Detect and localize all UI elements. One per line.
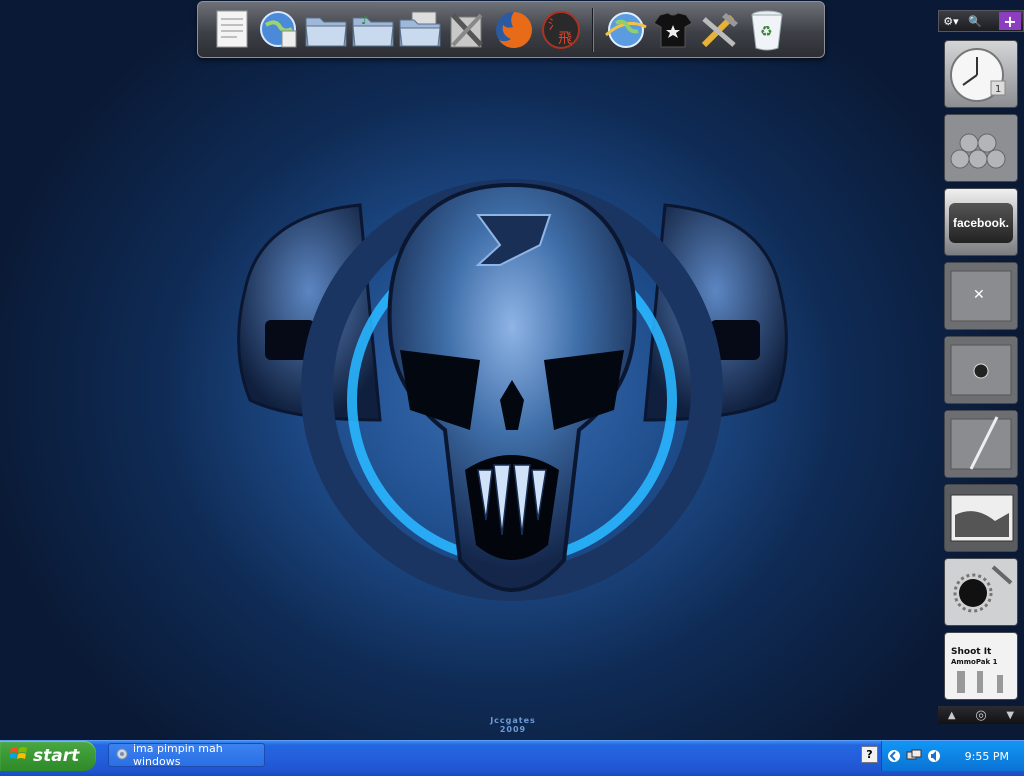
folder-icon[interactable]: [304, 6, 348, 54]
pool-balls-gadget[interactable]: [944, 114, 1018, 182]
sidebar-next-button[interactable]: ▼: [1006, 710, 1014, 721]
hidden-icons-chevron-icon[interactable]: [886, 748, 902, 764]
network-icon[interactable]: [906, 748, 922, 764]
music-folder-icon[interactable]: ♪: [351, 6, 395, 54]
tshirt-icon[interactable]: [651, 6, 695, 54]
wallpaper-signature: Jccgates 2009: [490, 716, 536, 734]
shoot-it-gadget[interactable]: Shoot It AmmoPak 1: [944, 632, 1018, 700]
svg-text:♪: ♪: [361, 13, 369, 27]
recycle-bin-icon[interactable]: ♻: [745, 6, 789, 54]
app-dock: ♪ 氵飛 ♻: [197, 1, 825, 58]
tools-icon[interactable]: [445, 6, 489, 54]
chinese-seal-icon[interactable]: 氵飛: [539, 6, 583, 54]
desktop-wallpaper: [237, 179, 788, 601]
butterfly-gadget[interactable]: ✕: [944, 262, 1018, 330]
svg-text:✕: ✕: [973, 287, 985, 303]
taskbar: start ima pimpin mah windows ? 9:55 PM: [0, 740, 1024, 776]
sidebar-prev-button[interactable]: ▲: [948, 710, 956, 721]
shoot-it-subtitle: AmmoPak 1: [951, 658, 998, 666]
system-tray: 9:55 PM: [881, 741, 1024, 771]
help-icon[interactable]: ?: [861, 746, 878, 763]
internet-explorer-icon[interactable]: [604, 6, 648, 54]
sidebar-search-button[interactable]: 🔍: [963, 15, 987, 28]
svg-text:♻: ♻: [760, 24, 773, 40]
window-title: ima pimpin mah windows: [133, 742, 223, 768]
text-document-icon[interactable]: [210, 6, 254, 54]
shoot-it-title: Shoot It: [951, 647, 992, 657]
taskbar-window-button[interactable]: ima pimpin mah windows: [108, 742, 265, 768]
bullet-hole-gadget[interactable]: [944, 558, 1018, 626]
firefox-icon[interactable]: [492, 6, 536, 54]
sidebar-toolbar: ⚙▾ 🔍 +: [938, 10, 1024, 32]
sidebar-nav: ▲ ◎ ▼: [938, 706, 1024, 724]
pictures-folder-icon[interactable]: [398, 6, 442, 54]
facebook-label: facebook.: [952, 216, 1009, 230]
windows-logo-icon: [9, 746, 28, 767]
gadget-sidebar: ⚙▾ 🔍 + 1 facebook. ✕ Shoot It AmmoPak 1 …: [938, 10, 1024, 725]
photo-gadget[interactable]: [944, 484, 1018, 552]
add-gadget-button[interactable]: +: [999, 12, 1021, 31]
webcam-gadget[interactable]: [944, 336, 1018, 404]
svg-text:飛: 飛: [558, 31, 572, 47]
clock-date-label: 1: [995, 84, 1001, 95]
start-button[interactable]: start: [0, 741, 96, 771]
hammer-wrench-icon[interactable]: [698, 6, 742, 54]
sidebar-settings-button[interactable]: ⚙▾: [939, 15, 963, 28]
sidebar-home-button[interactable]: ◎: [975, 708, 986, 723]
start-label: start: [33, 746, 80, 766]
facebook-gadget[interactable]: facebook.: [944, 188, 1018, 256]
network-globe-icon[interactable]: [257, 6, 301, 54]
window-app-icon: [116, 748, 128, 763]
pen-gadget[interactable]: [944, 410, 1018, 478]
clock[interactable]: 9:55 PM: [965, 750, 1009, 763]
volume-icon[interactable]: [926, 748, 942, 764]
clock-gadget[interactable]: 1: [944, 40, 1018, 108]
dock-separator: [592, 7, 594, 52]
